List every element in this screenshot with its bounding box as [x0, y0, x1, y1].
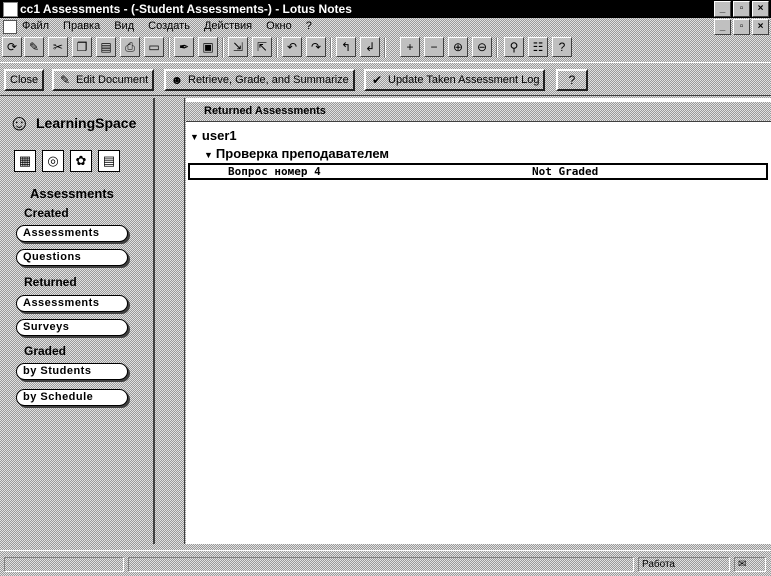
properties-icon[interactable]: ☷ — [528, 37, 548, 57]
next-icon[interactable]: ↲ — [360, 37, 380, 57]
close-button[interactable]: Close — [4, 69, 45, 91]
nav-created-assessments[interactable]: Assessments — [16, 225, 128, 242]
learningspace-logo-text: LearningSpace — [36, 115, 137, 131]
window-title: cc1 Assessments - (-Student Assessments-… — [20, 2, 352, 16]
copy-icon[interactable]: ❐ — [72, 37, 92, 57]
edit-document-label: Edit Document — [76, 74, 149, 86]
doc-minimize-icon[interactable]: _ — [714, 19, 731, 35]
menu-actions[interactable]: Действия — [204, 20, 252, 32]
navigator-pane: ☺ LearningSpace ▦ ◎ ✿ ▤ Assessments Crea… — [0, 98, 155, 544]
category-row-user[interactable]: ▼ user1 — [190, 128, 771, 143]
retrieve-grade-summarize-label: Retrieve, Grade, and Summarize — [188, 74, 349, 86]
minimize-icon[interactable]: _ — [714, 1, 731, 17]
doc-restore-icon[interactable]: ▫ — [733, 19, 750, 35]
profiles-icon[interactable]: ▤ — [98, 150, 120, 172]
help-icon[interactable]: ? — [552, 37, 572, 57]
search-icon[interactable]: ⚲ — [504, 37, 524, 57]
nav-heading-assessments: Assessments — [30, 186, 114, 201]
expand-icon[interactable]: ↶ — [282, 37, 302, 57]
document-row[interactable]: Вопрос номер 4 Not Graded — [188, 163, 768, 180]
title-bar: cc1 Assessments - (-Student Assessments-… — [0, 0, 771, 18]
status-bar: Работа ✉ — [0, 550, 771, 576]
nav-group-returned: Returned — [24, 275, 77, 289]
close-button-label: Close — [10, 74, 39, 86]
column-header-label: Returned Assessments — [204, 105, 326, 117]
help-icon: ? — [568, 73, 576, 87]
menu-create[interactable]: Создать — [148, 20, 190, 32]
paste-icon[interactable]: ▤ — [96, 37, 116, 57]
question-cell: Вопрос номер 4 — [228, 165, 321, 178]
menu-view[interactable]: Вид — [114, 20, 134, 32]
view-pane: Returned Assessments ▼ user1 ▼ Проверка пр… — [186, 98, 771, 544]
category-review-label: Проверка преподавателем — [215, 146, 390, 161]
location-field[interactable]: Работа — [638, 557, 730, 572]
menu-edit[interactable]: Правка — [63, 20, 100, 32]
schedule-icon[interactable]: ▦ — [14, 150, 36, 172]
minus-icon[interactable]: − — [424, 37, 444, 57]
update-taken-assessment-log-button[interactable]: ✔ Update Taken Assessment Log — [364, 69, 546, 91]
document-menu-icon[interactable] — [3, 20, 17, 34]
reply-icon[interactable]: ⇱ — [252, 37, 272, 57]
learningspace-logo: ☺ LearningSpace — [8, 108, 136, 138]
location-label: Работа — [642, 559, 675, 570]
edit-icon[interactable]: ✎ — [24, 37, 44, 57]
open-icon[interactable]: ▭ — [144, 37, 164, 57]
edit-document-button[interactable]: ✎ Edit Document — [52, 69, 155, 91]
lotus-notes-icon[interactable] — [3, 2, 18, 17]
menu-bar: Файл Правка Вид Создать Действия Окно ? … — [0, 18, 771, 35]
learningspace-face-icon: ☺ — [8, 110, 31, 135]
twisty-expanded-icon[interactable]: ▼ — [190, 132, 199, 142]
folder-icon[interactable]: ▣ — [198, 37, 218, 57]
menu-file[interactable]: Файл — [22, 20, 49, 32]
pen-icon[interactable]: ✒ — [174, 37, 194, 57]
toolbar: ⟳ ✎ ✂ ❐ ▤ ⎙ ▭ ✒ ▣ ⇲ ⇱ ↶ ↷ ↰ ↲ + − ⊕ ⊖ ⚲ … — [0, 34, 771, 62]
plus-icon[interactable]: + — [400, 37, 420, 57]
column-header[interactable]: Returned Assessments — [186, 102, 771, 122]
retrieve-grade-summarize-button[interactable]: ☻ Retrieve, Grade, and Summarize — [164, 69, 355, 91]
category-user-label: user1 — [201, 128, 237, 143]
collapse-all-icon[interactable]: ⊖ — [472, 37, 492, 57]
doc-close-icon[interactable]: × — [752, 19, 769, 35]
menu-help[interactable]: ? — [306, 20, 312, 32]
close-icon[interactable]: × — [752, 1, 769, 17]
course-room-icon[interactable]: ✿ — [70, 150, 92, 172]
restore-icon[interactable]: ▫ — [733, 1, 750, 17]
nav-surveys[interactable]: Surveys — [16, 319, 128, 336]
update-taken-assessment-log-label: Update Taken Assessment Log — [388, 74, 540, 86]
help-button[interactable]: ? — [556, 69, 588, 91]
nav-by-schedule[interactable]: by Schedule — [16, 389, 128, 406]
nav-questions[interactable]: Questions — [16, 249, 128, 266]
media-icon[interactable]: ◎ — [42, 150, 64, 172]
checkmark-icon: ✔ — [371, 73, 383, 87]
menu-window[interactable]: Окно — [266, 20, 292, 32]
nav-group-created: Created — [24, 206, 69, 220]
print-icon[interactable]: ⎙ — [120, 37, 140, 57]
status-cell: Not Graded — [532, 165, 599, 178]
prev-icon[interactable]: ↰ — [336, 37, 356, 57]
grade-icon: ☻ — [170, 73, 184, 87]
status-field-1[interactable] — [4, 557, 124, 572]
action-bar: Close ✎ Edit Document ☻ Retrieve, Grade,… — [0, 62, 771, 96]
mail-icon[interactable]: ✉ — [734, 557, 766, 572]
refresh-icon[interactable]: ⟳ — [2, 37, 22, 57]
edit-document-icon: ✎ — [59, 73, 71, 87]
nav-group-graded: Graded — [24, 344, 67, 358]
nav-returned-assessments[interactable]: Assessments — [16, 295, 128, 312]
expand-all-icon[interactable]: ⊕ — [448, 37, 468, 57]
nav-by-students[interactable]: by Students — [16, 363, 128, 380]
category-row-review[interactable]: ▼ Проверка преподавателем — [204, 146, 771, 161]
collapse-icon[interactable]: ↷ — [306, 37, 326, 57]
cut-icon[interactable]: ✂ — [48, 37, 68, 57]
forward-icon[interactable]: ⇲ — [228, 37, 248, 57]
status-message-field[interactable] — [128, 557, 634, 572]
selection-margin[interactable] — [157, 98, 185, 544]
twisty-expanded-icon[interactable]: ▼ — [204, 150, 213, 160]
